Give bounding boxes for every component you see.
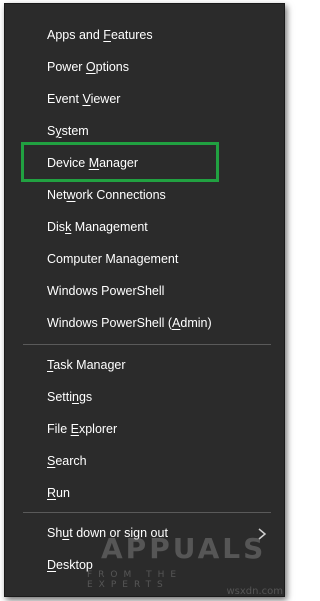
menu-item-task-manager[interactable]: Task Manager (47, 351, 126, 379)
menu-item-search[interactable]: Search (47, 447, 87, 475)
menu-item-network-connections[interactable]: Network Connections (47, 181, 166, 209)
menu-item-settings[interactable]: Settings (47, 383, 92, 411)
menu-separator (23, 512, 271, 513)
menu-separator (23, 344, 271, 345)
menu-item-event-viewer[interactable]: Event Viewer (47, 85, 120, 113)
menu-item-computer-management[interactable]: Computer Management (47, 245, 178, 273)
menu-item-power-options[interactable]: Power Options (47, 53, 129, 81)
menu-item-file-explorer[interactable]: File Explorer (47, 415, 117, 443)
menu-item-windows-powershell[interactable]: Windows PowerShell (47, 277, 164, 305)
menu-item-windows-powershell-admin[interactable]: Windows PowerShell (Admin) (47, 309, 212, 337)
device-manager-highlight-box (21, 142, 219, 182)
menu-item-run[interactable]: Run (47, 479, 70, 507)
menu-item-apps-and-features[interactable]: Apps and Features (47, 21, 153, 49)
menu-item-disk-management[interactable]: Disk Management (47, 213, 148, 241)
watermark-logo-text: APPUALS (101, 532, 267, 565)
winx-context-menu: Apps and Features Power Options Event Vi… (4, 3, 285, 597)
menu-item-system[interactable]: System (47, 117, 89, 145)
site-credit: wsxdn.com (226, 586, 283, 597)
